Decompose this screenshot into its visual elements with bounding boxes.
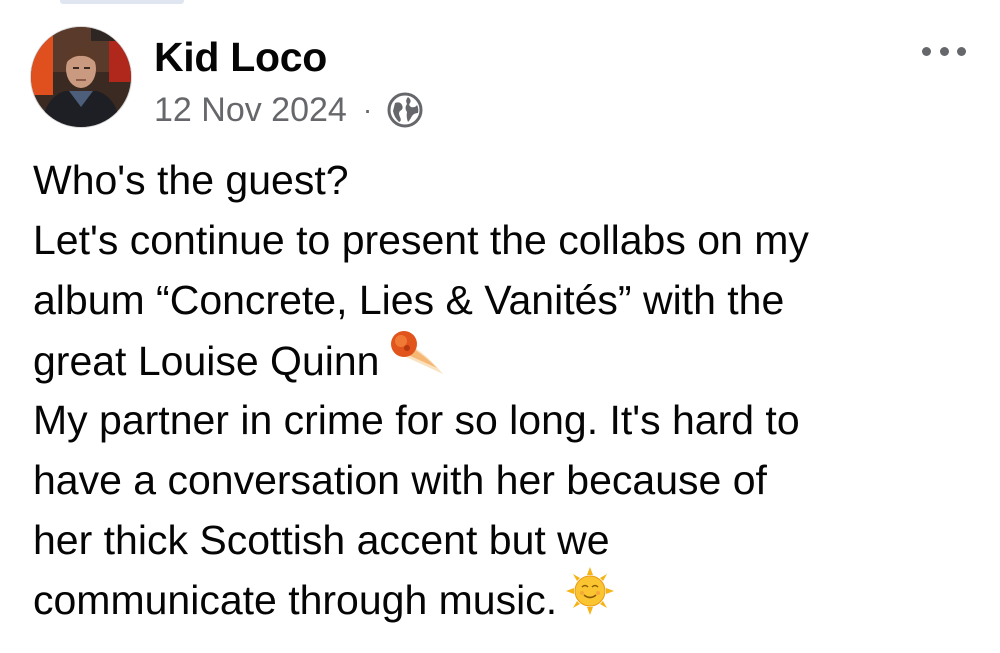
more-options-icon[interactable] bbox=[922, 36, 966, 66]
sun-with-face-emoji bbox=[565, 566, 615, 632]
facebook-post: Kid Loco 12 Nov 2024 · Who's the guest? … bbox=[0, 0, 1000, 653]
post-line-with-emoji: communicate through music. bbox=[33, 567, 973, 630]
post-line: My partner in crime for so long. It's ha… bbox=[33, 397, 800, 443]
avatar[interactable] bbox=[30, 26, 132, 128]
post-line: great Louise Quinn bbox=[33, 337, 380, 384]
post-line: album “Concrete, Lies & Vanités” with th… bbox=[33, 277, 785, 323]
post-header: Kid Loco 12 Nov 2024 · bbox=[30, 26, 970, 136]
post-line: her thick Scottish accent but we bbox=[33, 517, 610, 563]
avatar-photo bbox=[31, 27, 131, 127]
author-name[interactable]: Kid Loco bbox=[154, 34, 327, 81]
post-line: communicate through music. bbox=[33, 577, 558, 623]
post-line: Who's the guest? bbox=[33, 157, 349, 203]
post-line: have a conversation with her because of bbox=[33, 457, 767, 503]
post-text: Who's the guest? Let's continue to prese… bbox=[33, 150, 973, 630]
more-dot bbox=[957, 46, 966, 56]
more-dot bbox=[939, 46, 949, 56]
globe-icon bbox=[386, 91, 424, 129]
post-line: Let's continue to present the collabs on… bbox=[33, 217, 809, 263]
post-date[interactable]: 12 Nov 2024 bbox=[154, 91, 347, 130]
post-meta: 12 Nov 2024 · bbox=[154, 90, 424, 130]
post-line-with-emoji: great Louise Quinn bbox=[33, 330, 973, 390]
more-dot bbox=[922, 46, 931, 56]
comet-emoji bbox=[387, 326, 447, 394]
meta-separator: · bbox=[362, 94, 373, 125]
